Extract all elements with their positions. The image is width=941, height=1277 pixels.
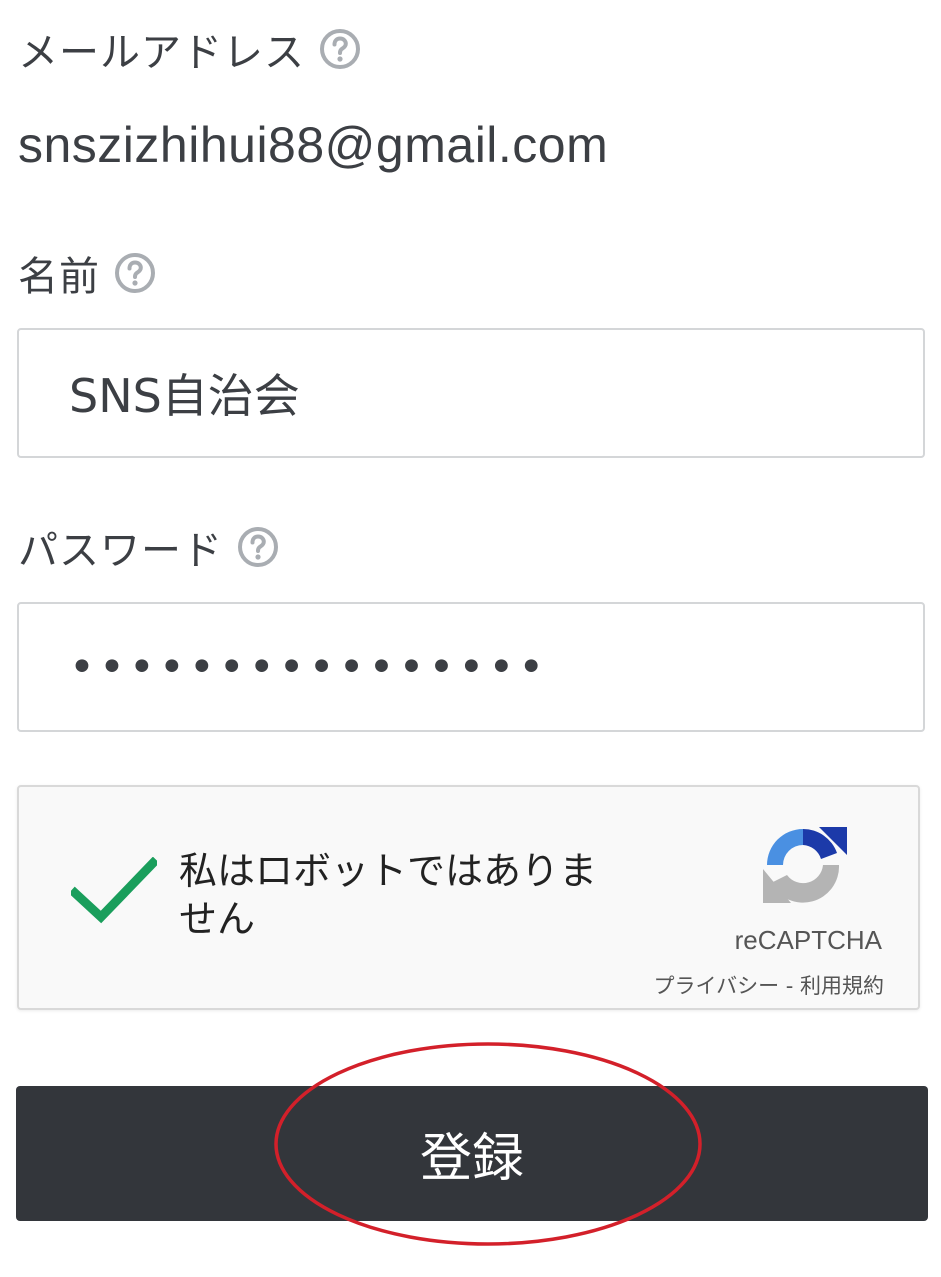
password-input-value: •••••••••••••••• xyxy=(69,641,549,693)
recaptcha-brand: reCAPTCHA xyxy=(734,925,882,955)
name-input[interactable]: SNS自治会 xyxy=(17,328,925,458)
recaptcha-widget[interactable]: 私はロボットではありません reCAPTCHA プライバシー - 利用規約 xyxy=(17,785,920,1010)
register-button[interactable]: 登録 xyxy=(16,1086,928,1221)
checkmark-icon[interactable] xyxy=(71,857,157,927)
recaptcha-links[interactable]: プライバシー - 利用規約 xyxy=(653,970,884,1000)
recaptcha-label: 私はロボットではありません xyxy=(179,849,598,941)
question-circle-icon[interactable] xyxy=(237,526,279,568)
question-circle-icon[interactable] xyxy=(114,252,156,294)
password-label-row: パスワード xyxy=(18,518,279,576)
name-label: 名前 xyxy=(18,254,100,300)
name-input-value: SNS自治会 xyxy=(69,369,300,423)
password-input[interactable]: •••••••••••••••• xyxy=(17,602,925,732)
question-circle-icon[interactable] xyxy=(319,28,361,70)
name-label-row: 名前 xyxy=(18,244,156,302)
recaptcha-logo-icon xyxy=(763,827,847,903)
register-button-label: 登録 xyxy=(419,1129,524,1189)
email-label: メールアドレス xyxy=(18,30,305,76)
password-label: パスワード xyxy=(18,528,223,574)
email-label-row: メールアドレス xyxy=(18,20,361,78)
email-value: snszizhihui88@gmail.com xyxy=(18,117,609,173)
